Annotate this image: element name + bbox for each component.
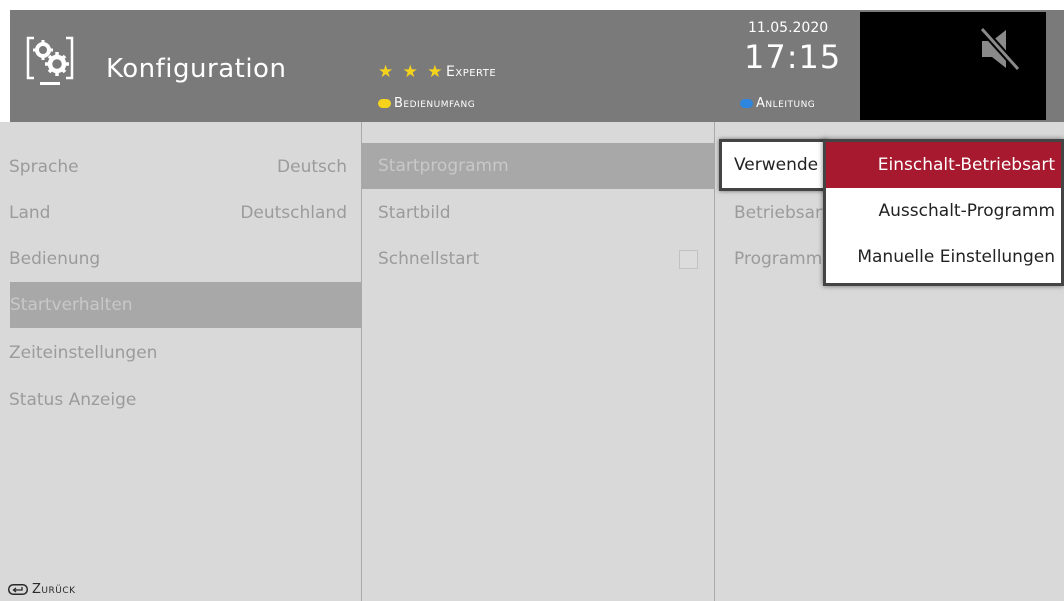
back-label: Zurück — [32, 582, 76, 597]
verwende-dropdown[interactable]: Einschalt-Betriebsart Ausschalt-Programm… — [823, 139, 1064, 286]
menu-item-startverhalten[interactable]: Startverhalten — [10, 282, 361, 328]
tv-preview-window — [860, 12, 1046, 120]
menu-item-land[interactable]: Land Deutschland — [0, 190, 361, 236]
blue-key-hint: Anleitung — [740, 96, 815, 111]
menu-item-sprache[interactable]: Sprache Deutsch — [0, 144, 361, 190]
menu-item-status-anzeige[interactable]: Status Anzeige — [0, 377, 361, 423]
submenu-item-label: Startbild — [378, 203, 451, 223]
blue-button-icon — [740, 99, 753, 108]
page-title: Konfiguration — [106, 54, 287, 84]
menu-item-label: Startverhalten — [10, 295, 133, 315]
dropdown-option-einschalt-betriebsart[interactable]: Einschalt-Betriebsart — [826, 142, 1061, 188]
submenu-item-startbild[interactable]: Startbild — [362, 190, 714, 236]
menu-item-value: Deutsch — [277, 157, 347, 177]
menu-item-label: Sprache — [9, 157, 79, 177]
menu-item-value: Deutschland — [240, 203, 347, 223]
option-betriebsart[interactable]: Betriebsart — [734, 190, 834, 236]
menu-item-label: Bedienung — [9, 249, 101, 269]
header-bar: Konfiguration ★ ★ ★ Experte Bedienumfang… — [10, 10, 1064, 122]
submenu-item-startprogramm[interactable]: Startprogramm — [362, 143, 714, 189]
submenu-item-label: Startprogramm — [378, 156, 509, 176]
dropdown-option-ausschalt-programm[interactable]: Ausschalt-Programm — [826, 188, 1061, 234]
time-display: 17:15 — [744, 38, 842, 76]
menu-item-label: Status Anzeige — [9, 390, 137, 410]
yellow-key-hint-label: Bedienumfang — [394, 96, 476, 111]
expert-level-stars: ★ ★ ★ — [378, 62, 445, 82]
dropdown-option-manuelle-einstellungen[interactable]: Manuelle Einstellungen — [826, 234, 1061, 280]
submenu-item-schnellstart[interactable]: Schnellstart — [362, 236, 714, 282]
return-key-icon — [8, 584, 28, 595]
blue-key-hint-label: Anleitung — [756, 96, 816, 111]
schnellstart-checkbox[interactable] — [679, 249, 698, 269]
settings-monitor-icon — [26, 36, 74, 85]
option-label: Verwende — [734, 155, 819, 175]
submenu-item-label: Schnellstart — [378, 249, 480, 269]
option-label: Programm — [734, 249, 823, 269]
expert-level-label: Experte — [446, 64, 497, 80]
option-programm[interactable]: Programm — [734, 236, 834, 282]
menu-item-bedienung[interactable]: Bedienung — [0, 236, 361, 282]
yellow-key-hint: Bedienumfang — [378, 96, 475, 111]
option-verwende-focused[interactable]: Verwende — [719, 139, 827, 191]
menu-item-label: Zeiteinstellungen — [9, 343, 158, 363]
yellow-button-icon — [378, 99, 391, 108]
muted-speaker-icon — [979, 26, 1021, 72]
column-divider — [714, 122, 715, 601]
menu-item-zeiteinstellungen[interactable]: Zeiteinstellungen — [0, 330, 361, 376]
menu-item-label: Land — [9, 203, 51, 223]
date-display: 11.05.2020 — [748, 20, 829, 36]
option-label: Betriebsart — [734, 203, 829, 223]
back-hint[interactable]: Zurück — [8, 582, 76, 597]
